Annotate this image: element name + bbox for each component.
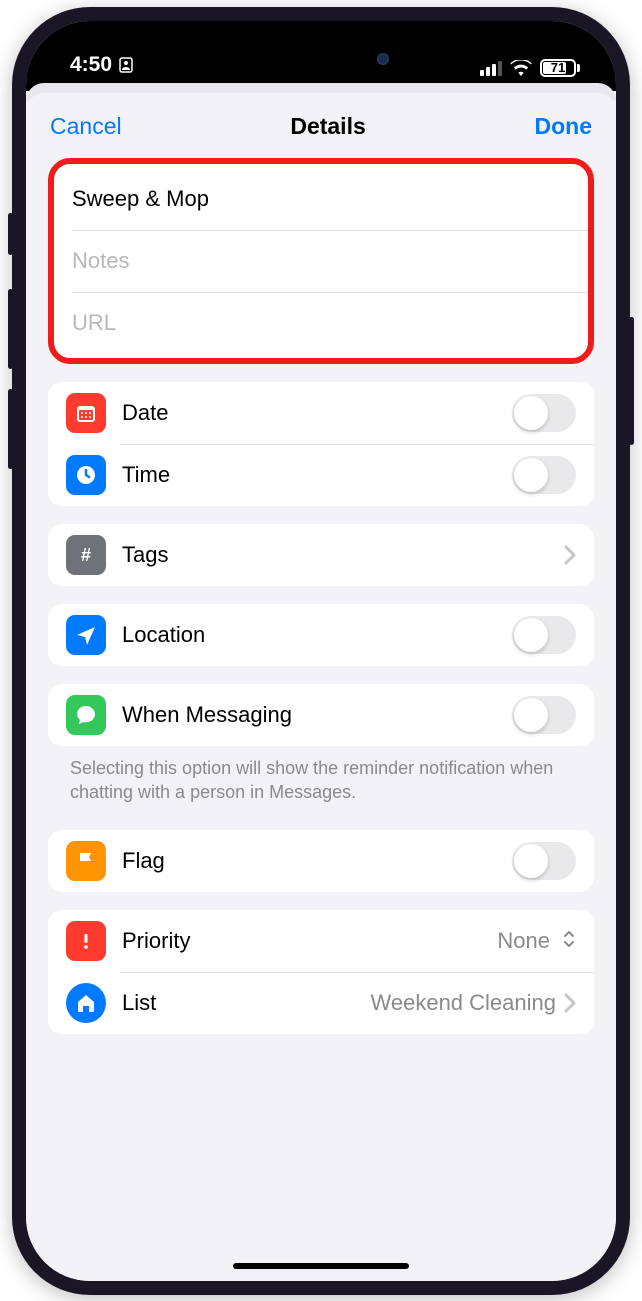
details-sheet: Cancel Details Done [26,93,616,1281]
priority-label: Priority [122,928,497,954]
priority-icon [66,921,106,961]
title-input[interactable] [72,186,570,212]
page-title: Details [290,113,365,140]
time-toggle[interactable] [512,456,576,494]
title-row[interactable] [54,168,588,230]
when-messaging-label: When Messaging [122,702,512,728]
time-label: Time [122,462,512,488]
flag-group: Flag [48,830,594,892]
list-row[interactable]: List Weekend Cleaning [48,972,594,1034]
list-label: List [122,990,371,1016]
location-toggle[interactable] [512,616,576,654]
tags-label: Tags [122,542,564,568]
date-toggle[interactable] [512,394,576,432]
wifi-icon [510,60,532,76]
calendar-icon [66,393,106,433]
svg-text:#: # [81,545,91,565]
url-row[interactable] [54,292,588,354]
cancel-button[interactable]: Cancel [50,113,122,140]
hashtag-icon: # [66,535,106,575]
front-camera [377,53,389,65]
done-button[interactable]: Done [534,113,592,140]
flag-row[interactable]: Flag [48,830,594,892]
when-messaging-toggle[interactable] [512,696,576,734]
url-input[interactable] [72,310,570,336]
list-value: Weekend Cleaning [371,990,557,1016]
priority-value: None [497,928,550,954]
notes-row[interactable] [54,230,588,292]
clock-icon [66,455,106,495]
status-time: 4:50 [70,53,112,77]
date-row[interactable]: Date [48,382,594,444]
updown-chevron-icon [562,929,576,954]
cellular-signal-icon [480,60,502,76]
location-group: Location [48,604,594,666]
side-button-volume-up [8,289,13,369]
nav-bar: Cancel Details Done [26,93,616,154]
side-button-silent [8,213,13,255]
battery-percent: 71 [551,60,565,75]
priority-list-group: Priority None List Weekend Cleaning [48,910,594,1034]
priority-row[interactable]: Priority None [48,910,594,972]
date-time-group: Date Time [48,382,594,506]
home-indicator[interactable] [233,1263,409,1269]
time-row[interactable]: Time [48,444,594,506]
when-messaging-hint: Selecting this option will show the remi… [48,746,594,805]
when-messaging-group: When Messaging [48,684,594,746]
chevron-right-icon [564,545,576,565]
side-button-power [629,317,634,445]
tags-group: # Tags [48,524,594,586]
location-arrow-icon [66,615,106,655]
message-bubble-icon [66,695,106,735]
when-messaging-row[interactable]: When Messaging [48,684,594,746]
tags-row[interactable]: # Tags [48,524,594,586]
location-row[interactable]: Location [48,604,594,666]
battery-indicator: 71 [540,59,580,77]
phone-screen: 4:50 71 Cancel Details [26,21,616,1281]
flag-icon [66,841,106,881]
notes-input[interactable] [72,248,570,274]
dynamic-island [241,39,401,79]
title-notes-url-group [48,158,594,364]
location-label: Location [122,622,512,648]
date-label: Date [122,400,512,426]
profile-card-icon [118,57,134,73]
flag-label: Flag [122,848,512,874]
phone-frame: 4:50 71 Cancel Details [12,7,630,1295]
chevron-right-icon [564,993,576,1013]
side-button-volume-down [8,389,13,469]
list-home-icon [66,983,106,1023]
content-scroll[interactable]: Date Time # [26,154,616,1281]
flag-toggle[interactable] [512,842,576,880]
